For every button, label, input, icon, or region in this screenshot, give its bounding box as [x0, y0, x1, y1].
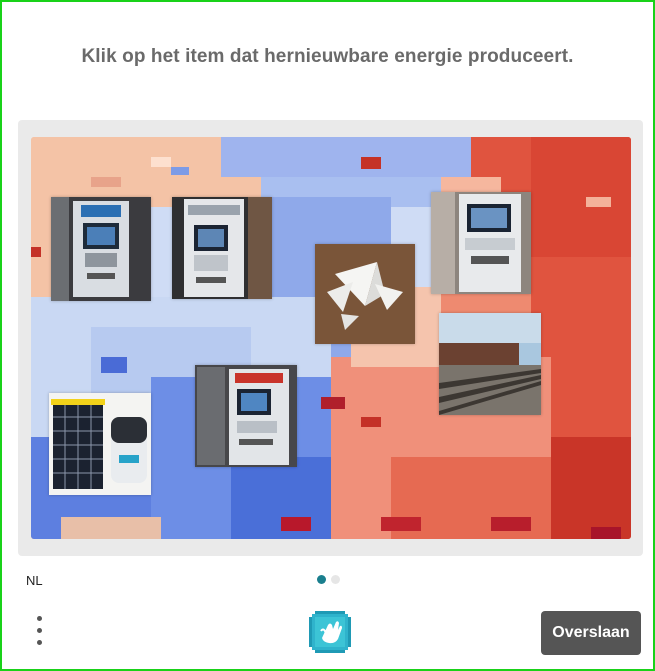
hand-logo-icon: [309, 611, 351, 653]
challenge-canvas: [31, 137, 631, 539]
tile-atm-4[interactable]: [195, 365, 297, 467]
atm-image: [172, 197, 272, 299]
tile-atm-2[interactable]: [172, 197, 272, 299]
tile-atm-1[interactable]: [51, 197, 151, 301]
solar-panel-image: [49, 393, 151, 495]
language-selector[interactable]: NL: [26, 573, 43, 588]
atm-image: [431, 192, 531, 294]
kebab-menu-icon[interactable]: [30, 614, 50, 650]
pagination-dot-active: [317, 575, 326, 584]
challenge-panel: [18, 120, 643, 556]
tile-paper-planes[interactable]: [315, 244, 415, 344]
challenge-frame: Klik op het item dat hernieuwbare energi…: [0, 0, 655, 671]
tile-solar-panel-battery[interactable]: [49, 393, 151, 495]
tile-train-tracks[interactable]: [439, 313, 541, 415]
challenge-prompt: Klik op het item dat hernieuwbare energi…: [81, 46, 574, 67]
train-tracks-image: [439, 313, 541, 415]
pagination-dot-inactive: [331, 575, 340, 584]
paper-planes-image: [315, 244, 415, 344]
atm-image: [195, 365, 297, 467]
atm-image: [51, 197, 151, 301]
tile-atm-3[interactable]: [431, 192, 531, 294]
skip-button[interactable]: Overslaan: [541, 611, 641, 655]
